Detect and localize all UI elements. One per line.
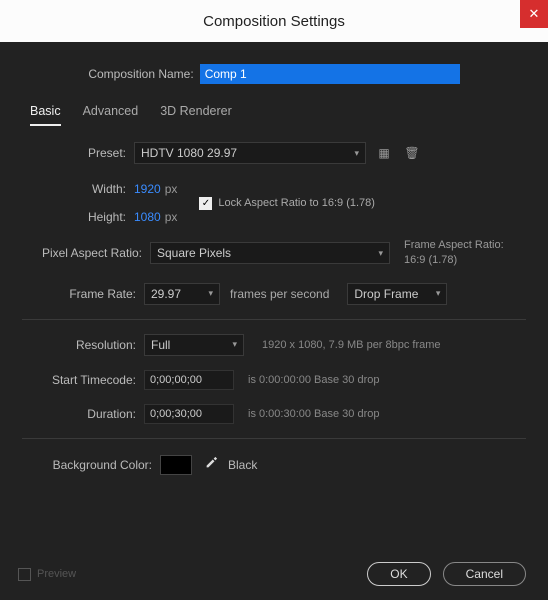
drop-frame-dropdown[interactable]: Drop Frame ▾ (347, 283, 447, 305)
start-timecode-label: Start Timecode: (38, 373, 136, 387)
tabs: Basic Advanced 3D Renderer (22, 104, 526, 126)
chevron-down-icon: ▾ (232, 339, 237, 350)
preset-value: HDTV 1080 29.97 (141, 146, 237, 160)
preview-checkbox[interactable] (18, 568, 31, 581)
duration-label: Duration: (38, 407, 136, 421)
start-timecode-info: is 0:00:00:00 Base 30 drop (248, 374, 379, 386)
tab-3d-renderer[interactable]: 3D Renderer (160, 104, 232, 126)
eyedropper-button[interactable] (202, 456, 220, 474)
cancel-button[interactable]: Cancel (443, 562, 526, 586)
pixel-aspect-dropdown[interactable]: Square Pixels ▾ (150, 242, 390, 264)
resolution-info: 1920 x 1080, 7.9 MB per 8bpc frame (262, 339, 441, 351)
preview-label: Preview (37, 568, 76, 580)
frame-rate-label: Frame Rate: (54, 287, 136, 301)
resolution-label: Resolution: (62, 338, 136, 352)
comp-name-input[interactable] (200, 64, 460, 84)
bg-color-name: Black (228, 458, 257, 472)
duration-info: is 0:00:30:00 Base 30 drop (248, 408, 379, 420)
preset-dropdown[interactable]: HDTV 1080 29.97 ▾ (134, 142, 366, 164)
save-preset-icon: ▦ (378, 146, 389, 160)
start-timecode-input[interactable] (144, 370, 234, 390)
chevron-down-icon: ▾ (378, 248, 383, 259)
resolution-value: Full (151, 338, 170, 352)
height-value[interactable]: 1080 (134, 210, 161, 224)
eyedropper-icon (204, 456, 218, 473)
title-bar: Composition Settings ✕ (0, 0, 548, 42)
duration-input[interactable] (144, 404, 234, 424)
frame-aspect-info: Frame Aspect Ratio: 16:9 (1.78) (404, 238, 504, 269)
pixel-aspect-label: Pixel Aspect Ratio: (22, 246, 142, 260)
dialog-title: Composition Settings (0, 13, 548, 30)
checkmark-icon: ✓ (202, 198, 210, 209)
trash-icon: 🗑 (404, 146, 419, 160)
width-label: Width: (78, 182, 126, 196)
bg-color-swatch[interactable] (160, 455, 192, 475)
delete-preset-button[interactable]: 🗑 (402, 143, 422, 163)
frame-rate-dropdown[interactable]: 29.97 ▾ (144, 283, 220, 305)
close-button[interactable]: ✕ (520, 0, 548, 28)
tab-basic[interactable]: Basic (30, 104, 61, 126)
bg-color-label: Background Color: (42, 458, 152, 472)
width-value[interactable]: 1920 (134, 182, 161, 196)
frames-per-second-label: frames per second (230, 287, 329, 301)
composition-settings-dialog: Composition Settings ✕ Composition Name:… (0, 0, 548, 600)
comp-name-label: Composition Name: (88, 67, 193, 81)
drop-frame-value: Drop Frame (354, 287, 418, 301)
height-unit: px (165, 210, 178, 224)
lock-aspect-label: Lock Aspect Ratio to 16:9 (1.78) (218, 197, 375, 209)
divider (22, 438, 526, 439)
height-label: Height: (78, 210, 126, 224)
chevron-down-icon: ▾ (354, 148, 359, 159)
chevron-down-icon: ▾ (436, 288, 441, 299)
chevron-down-icon: ▾ (208, 288, 213, 299)
lock-aspect-checkbox[interactable]: ✓ (199, 197, 212, 210)
frame-rate-value: 29.97 (151, 287, 181, 301)
ok-button[interactable]: OK (367, 562, 430, 586)
tab-advanced[interactable]: Advanced (83, 104, 139, 126)
width-unit: px (165, 182, 178, 196)
save-preset-button[interactable]: ▦ (374, 143, 394, 163)
preset-label: Preset: (78, 146, 126, 160)
divider (22, 319, 526, 320)
resolution-dropdown[interactable]: Full ▾ (144, 334, 244, 356)
pixel-aspect-value: Square Pixels (157, 246, 231, 260)
close-icon: ✕ (529, 6, 540, 22)
